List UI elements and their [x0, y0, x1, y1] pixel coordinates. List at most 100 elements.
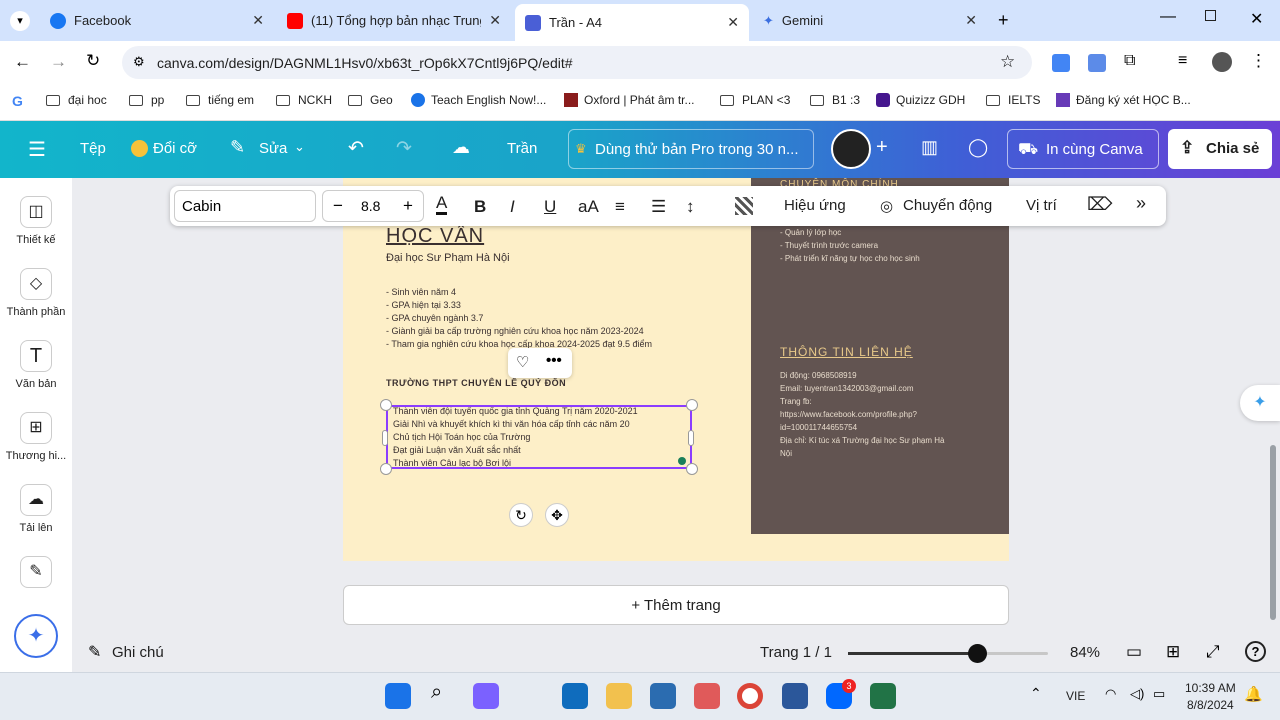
case-icon[interactable]: aA	[578, 197, 599, 217]
transparency-icon[interactable]	[735, 197, 753, 215]
text-color-icon[interactable]: A	[436, 194, 448, 215]
help-icon[interactable]: ?	[1245, 641, 1266, 662]
snipping-icon[interactable]	[694, 683, 720, 709]
resize-menu[interactable]: Đổi cỡ	[153, 140, 197, 157]
url-input[interactable]: ⚙ canva.com/design/DAGNML1Hsv0/xb63t_rOp…	[122, 46, 1032, 79]
pro-trial-button[interactable]: ♛ Dùng thử bản Pro trong 30 n...	[568, 129, 814, 169]
back-icon[interactable]: ←	[14, 52, 31, 72]
zoom-level[interactable]: 84%	[1070, 644, 1100, 661]
sidebar-item-draw[interactable]: ✎	[0, 556, 72, 594]
close-icon[interactable]: ✕	[252, 12, 264, 29]
resize-handle[interactable]	[686, 399, 698, 411]
rotate-icon[interactable]: ↻	[509, 503, 533, 527]
file-explorer-icon[interactable]	[606, 683, 632, 709]
bookmark-link[interactable]: Đăng ký xét HỌC B...	[1056, 93, 1191, 107]
edit-menu[interactable]: Sửa	[259, 140, 287, 157]
sidebar-item-brand[interactable]: ⊞ Thương hi...	[0, 412, 72, 462]
tab-facebook[interactable]: Facebook ✕	[40, 4, 274, 37]
bookmark-star-icon[interactable]: ☆	[1000, 52, 1015, 72]
selection-box[interactable]	[386, 405, 692, 469]
windows-start-icon[interactable]	[385, 683, 411, 709]
position-button[interactable]: Vị trí	[1026, 197, 1057, 214]
store-icon[interactable]	[650, 683, 676, 709]
excel-icon[interactable]	[870, 683, 896, 709]
animate-button[interactable]: Chuyển động	[903, 197, 992, 214]
magic-icon[interactable]: ✦	[14, 614, 58, 658]
hamburger-icon[interactable]: ☰	[28, 137, 46, 162]
sidebar-item-design[interactable]: ◫ Thiết kế	[0, 196, 72, 246]
file-menu[interactable]: Tệp	[80, 140, 106, 157]
bookmark-link[interactable]: Oxford | Phát âm tr...	[564, 93, 695, 107]
bookmark-folder[interactable]: Geo	[348, 93, 393, 107]
paint-format-icon[interactable]: ⌦	[1087, 194, 1112, 215]
bookmark-folder[interactable]: tiếng em	[186, 93, 254, 107]
close-icon[interactable]: ✕	[727, 14, 739, 31]
page-indicator[interactable]: Trang 1 / 1	[760, 644, 832, 661]
school-heading[interactable]: TRƯỜNG THPT CHUYÊN LÊ QUÝ ĐÔN	[386, 377, 566, 390]
window-close-icon[interactable]: ✕	[1250, 9, 1263, 29]
chevron-up-icon[interactable]: ⌃	[1030, 685, 1042, 702]
wifi-icon[interactable]: ◠	[1105, 686, 1116, 702]
font-size-stepper[interactable]: − 8.8 +	[322, 190, 424, 222]
undo-icon[interactable]: ↶	[348, 137, 364, 160]
bookmark-folder[interactable]: NCKH	[276, 93, 332, 107]
bookmark-link[interactable]: Teach English Now!...	[411, 93, 546, 107]
bookmark-folder[interactable]: B1 :3	[810, 93, 860, 107]
tab-search-icon[interactable]: ▾	[10, 11, 30, 31]
avatar[interactable]	[831, 129, 871, 169]
sidebar-item-text[interactable]: T Văn bản	[0, 340, 72, 390]
new-tab-icon[interactable]: +	[998, 10, 1009, 31]
close-icon[interactable]: ✕	[489, 12, 501, 29]
contact-line[interactable]: Trang fb:	[780, 395, 812, 408]
bookmark-folder[interactable]: pp	[129, 93, 164, 107]
education-line[interactable]: - Giành giải ba cấp trường nghiên cứu kh…	[386, 325, 644, 338]
font-size-value[interactable]: 8.8	[361, 198, 380, 214]
increase-icon[interactable]: +	[403, 196, 413, 216]
bookmark-link[interactable]: Quizizz GDH	[876, 93, 965, 107]
contact-line[interactable]: id=100011744655754	[780, 421, 857, 434]
minimize-icon[interactable]: —	[1160, 8, 1176, 26]
redo-icon[interactable]: ↷	[396, 137, 412, 160]
contact-line[interactable]: https://www.facebook.com/profile.php?	[780, 408, 917, 421]
bookmark-folder[interactable]: PLAN <3	[720, 93, 790, 107]
puzzle-icon[interactable]: ⧉	[1124, 52, 1135, 70]
volume-icon[interactable]: ◁)	[1130, 686, 1144, 702]
language-indicator[interactable]: VIE	[1066, 689, 1085, 703]
site-info-icon[interactable]: ⚙	[133, 54, 145, 70]
university-name[interactable]: Đại học Sư Phạm Hà Nội	[386, 252, 510, 265]
tab-canva[interactable]: Trần - A4 ✕	[515, 4, 749, 41]
notes-button[interactable]: Ghi chú	[112, 644, 164, 661]
side-handle[interactable]	[382, 430, 388, 446]
extension-icon[interactable]	[1052, 54, 1070, 72]
outlook-icon[interactable]	[562, 683, 588, 709]
sidebar-item-uploads[interactable]: ☁ Tải lên	[0, 484, 72, 534]
search-icon[interactable]: ⌕	[431, 681, 442, 704]
decrease-icon[interactable]: −	[333, 196, 343, 216]
contact-line[interactable]: Di động: 0968508919	[780, 369, 857, 382]
close-icon[interactable]: ✕	[965, 12, 977, 29]
chrome-icon[interactable]	[737, 683, 763, 709]
add-page-button[interactable]: + Thêm trang	[343, 585, 1009, 625]
assistant-icon[interactable]: ✦	[1240, 385, 1280, 421]
comment-add-icon[interactable]: ♡	[516, 353, 529, 371]
chevron-down-icon[interactable]: ⌄	[294, 139, 305, 155]
bookmark-folder[interactable]: đại hoc	[46, 93, 107, 107]
move-icon[interactable]: ✥	[545, 503, 569, 527]
clock-time[interactable]: 10:39 AM	[1185, 681, 1236, 695]
profile-avatar[interactable]	[1212, 52, 1232, 72]
scrollbar[interactable]	[1270, 445, 1276, 620]
skill-line[interactable]: - Quản lý lớp học	[780, 226, 841, 239]
menu-icon[interactable]: ⋮	[1250, 51, 1267, 71]
zoom-thumb[interactable]	[967, 644, 987, 663]
tab-gemini[interactable]: ✦ Gemini ✕	[753, 4, 987, 37]
italic-icon[interactable]: I	[510, 197, 515, 217]
translate-icon[interactable]	[1088, 54, 1106, 72]
grid-view-icon[interactable]: ⊞	[1166, 642, 1180, 662]
google-icon[interactable]: G	[12, 93, 23, 109]
add-collaborator-icon[interactable]: +	[876, 136, 888, 159]
side-handle[interactable]	[688, 430, 694, 446]
bookmark-folder[interactable]: IELTS	[986, 93, 1040, 107]
forward-icon[interactable]: →	[50, 52, 67, 72]
cloud-save-icon[interactable]: ☁	[452, 137, 470, 158]
resize-handle[interactable]	[686, 463, 698, 475]
